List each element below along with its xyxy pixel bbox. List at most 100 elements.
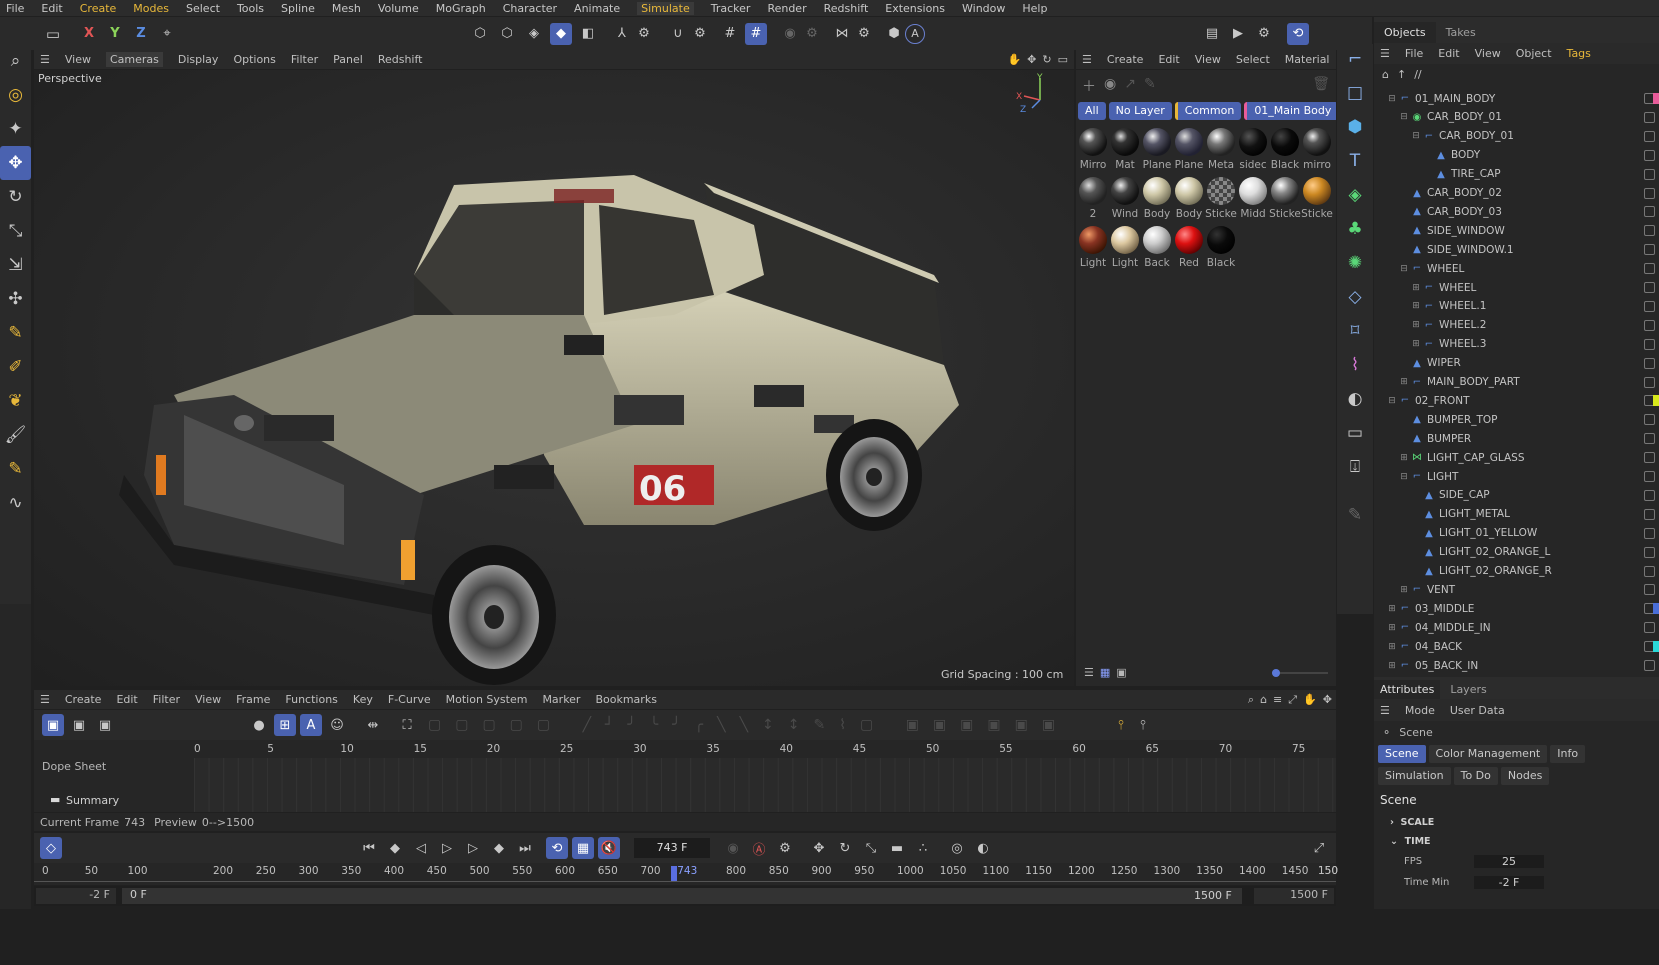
camera-object-icon[interactable]: ▭ — [1344, 422, 1366, 444]
large-view-icon[interactable]: ▣ — [1116, 666, 1126, 679]
bake-icon[interactable]: ◐ — [972, 837, 994, 859]
attr-tab-info[interactable]: Info — [1550, 745, 1586, 763]
material-swatch[interactable]: Light — [1109, 226, 1141, 269]
menu-mograph[interactable]: MoGraph — [436, 2, 486, 15]
tree-item[interactable]: ▲ TIRE_CAP — [1380, 165, 1659, 184]
scale-tool-icon[interactable]: ⤡ — [0, 214, 31, 248]
key-position-icon[interactable]: ✥ — [808, 837, 830, 859]
material-swatch[interactable]: Back — [1141, 226, 1173, 269]
visibility-check-icon[interactable] — [1644, 282, 1655, 293]
tl-menu-filter[interactable]: Filter — [153, 693, 180, 706]
lasso-icon[interactable]: ∿ — [0, 486, 31, 520]
rotate-tool-icon[interactable]: ↻ — [0, 180, 31, 214]
mat-menu-create[interactable]: Create — [1107, 53, 1144, 66]
menu-help[interactable]: Help — [1022, 2, 1047, 15]
menu-file[interactable]: File — [6, 2, 24, 15]
tree-item[interactable]: ⊞ ⌐ 04_BACK — [1380, 637, 1659, 656]
expand-icon[interactable]: ⊞ — [1398, 453, 1410, 463]
visibility-check-icon[interactable] — [1644, 319, 1655, 331]
viewport-hamburger-icon[interactable]: ☰ — [40, 53, 50, 66]
expand-icon[interactable]: ⊞ — [1410, 339, 1422, 349]
tree-item[interactable]: ⊟ ⌐ WHEEL — [1380, 259, 1659, 278]
tree-item[interactable]: ▲ SIDE_WINDOW — [1380, 221, 1659, 240]
current-frame-field[interactable]: 743 F — [634, 838, 710, 858]
material-swatch[interactable]: Body — [1141, 177, 1173, 220]
menu-simulate[interactable]: Simulate — [637, 1, 694, 15]
time-min-field[interactable]: -2 F — [1474, 876, 1544, 889]
playhead[interactable] — [671, 866, 678, 882]
material-swatch[interactable]: Plane — [1141, 128, 1173, 171]
playback-rate-icon[interactable]: ▦ — [572, 837, 594, 859]
expand-icon[interactable]: ⊞ — [1386, 604, 1398, 614]
vp-menu-panel[interactable]: Panel — [333, 53, 363, 66]
tree-item[interactable]: ⊟ ◉ CAR_BODY_01 — [1380, 108, 1659, 127]
mat-menu-view[interactable]: View — [1195, 53, 1221, 66]
generator-icon[interactable]: ◈ — [1344, 184, 1366, 206]
material-swatch[interactable]: Black — [1205, 226, 1237, 269]
visibility-check-icon[interactable] — [1644, 489, 1655, 501]
dope-sheet-grid[interactable] — [194, 758, 1336, 812]
user-icon[interactable]: ☺ — [326, 714, 348, 736]
tree-item[interactable]: ▲ BUMPER — [1380, 429, 1659, 448]
visibility-check-icon[interactable] — [1644, 187, 1655, 199]
polygons-mode-icon[interactable]: ◈ — [523, 23, 545, 45]
menu-extensions[interactable]: Extensions — [885, 2, 945, 15]
auto-mode-icon[interactable]: A — [300, 714, 322, 736]
timeline-hamburger-icon[interactable]: ☰ — [40, 693, 50, 706]
visibility-check-icon[interactable] — [1644, 206, 1655, 218]
expand-icon[interactable]: ⊞ — [1386, 642, 1398, 652]
z-axis-lock[interactable]: Z — [130, 23, 152, 45]
menu-modes[interactable]: Modes — [133, 2, 169, 15]
tree-item[interactable]: ⊟ ⌐ CAR_BODY_01 — [1380, 127, 1659, 146]
move-tool-icon[interactable]: ✥ — [0, 146, 31, 180]
move-keys-icon[interactable]: ⇹ — [362, 714, 384, 736]
deformer-icon[interactable]: ◇ — [1344, 286, 1366, 308]
attr-tab-todo[interactable]: To Do — [1453, 767, 1498, 785]
material-swatch[interactable]: Sticke — [1269, 177, 1301, 220]
filter-common[interactable]: Common — [1174, 102, 1242, 120]
go-to-end-icon[interactable]: ⏭ — [514, 837, 536, 859]
attr-tab-scene[interactable]: Scene — [1378, 745, 1426, 763]
material-swatch[interactable]: Mat — [1109, 128, 1141, 171]
visibility-check-icon[interactable] — [1644, 244, 1655, 256]
tree-item[interactable]: ⊞ ⌐ WHEEL — [1380, 278, 1659, 297]
render-settings-icon[interactable]: ⚙ — [1253, 23, 1275, 45]
menu-render[interactable]: Render — [767, 2, 806, 15]
key-param-icon[interactable]: ▬ — [886, 837, 908, 859]
visibility-check-icon[interactable] — [1644, 508, 1655, 520]
tl-menu-functions[interactable]: Functions — [285, 693, 338, 706]
expand-icon[interactable]: ⊞ — [1386, 661, 1398, 671]
summary-label[interactable]: Summary — [66, 794, 119, 807]
collapse-icon[interactable]: ⊟ — [1398, 112, 1410, 122]
material-swatch[interactable]: Meta — [1205, 128, 1237, 171]
keyframe-icon[interactable]: ◇ — [40, 837, 62, 859]
y-axis-lock[interactable]: Y — [104, 23, 126, 45]
prev-key-icon[interactable]: ◆ — [384, 837, 406, 859]
marker-range-icon[interactable]: ⫯ — [1132, 714, 1154, 736]
objects-hamburger-icon[interactable]: ☰ — [1380, 47, 1390, 60]
key-scale-icon[interactable]: ⤡ — [860, 837, 882, 859]
tl-menu-motion-system[interactable]: Motion System — [446, 693, 528, 706]
tl-zoom-icon[interactable]: ✥ — [1323, 693, 1332, 706]
cube-object-icon[interactable]: ⬢ — [1344, 116, 1366, 138]
auto-key-icon[interactable]: A — [905, 23, 925, 44]
tree-item[interactable]: ⊞ ⌐ MAIN_BODY_PART — [1380, 373, 1659, 392]
pen-tool-icon[interactable]: ✎ — [0, 316, 31, 350]
visibility-check-icon[interactable] — [1644, 471, 1655, 482]
attr-tab-simulation[interactable]: Simulation — [1378, 767, 1451, 785]
tree-item[interactable]: ▲ LIGHT_01_YELLOW — [1380, 524, 1659, 543]
select-tool-icon[interactable]: ◎ — [0, 78, 31, 112]
render-view-icon[interactable]: ▶ — [1227, 23, 1249, 45]
collapse-icon[interactable]: ⊟ — [1386, 94, 1398, 104]
attr-menu-user-data[interactable]: User Data — [1450, 704, 1505, 717]
menu-mesh[interactable]: Mesh — [332, 2, 361, 15]
settings-gear-icon[interactable]: ⚙ — [633, 23, 655, 45]
prev-frame-icon[interactable]: ◁ — [410, 837, 432, 859]
menu-tracker[interactable]: Tracker — [711, 2, 751, 15]
mat-menu-select[interactable]: Select — [1236, 53, 1270, 66]
magnet-snap-icon[interactable]: ∪ — [667, 23, 689, 45]
spline-brush-icon[interactable]: ❦ — [0, 384, 31, 418]
collapse-icon[interactable]: ⊟ — [1398, 472, 1410, 482]
vp-menu-display[interactable]: Display — [178, 53, 219, 66]
attr-menu-mode[interactable]: Mode — [1405, 704, 1435, 717]
